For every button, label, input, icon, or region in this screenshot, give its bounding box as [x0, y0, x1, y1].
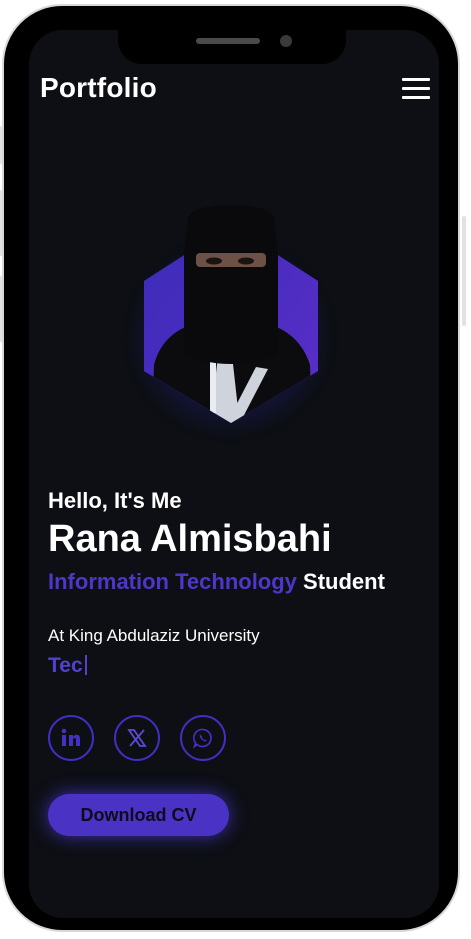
typed-text-value: Tec	[48, 654, 83, 677]
phone-screen	[29, 30, 439, 918]
role-rest-text: Student	[303, 569, 385, 594]
profile-name: Rana Almisbahi	[48, 518, 332, 560]
linkedin-icon	[61, 728, 80, 746]
greeting-text: Hello, It's Me	[48, 488, 182, 513]
phone-camera	[280, 35, 292, 47]
phone-speaker	[196, 38, 260, 44]
role-accent-text: Information Technology	[48, 569, 297, 594]
linkedin-link[interactable]	[48, 715, 94, 761]
site-brand[interactable]: Portfolio	[40, 72, 157, 104]
phone-notch	[118, 6, 346, 64]
profile-role: Information Technology Student	[48, 569, 385, 595]
university-text: At King Abdulaziz University	[48, 626, 260, 645]
typed-text: Tec	[48, 654, 87, 678]
device-side-button-right	[462, 216, 466, 326]
profile-avatar	[144, 205, 318, 427]
download-cv-button[interactable]: Download CV	[48, 794, 229, 836]
whatsapp-icon	[192, 728, 212, 749]
hamburger-menu-icon[interactable]	[402, 78, 430, 100]
x-twitter-icon	[127, 729, 147, 747]
x-twitter-link[interactable]	[114, 715, 160, 761]
whatsapp-link[interactable]	[180, 715, 226, 761]
typing-caret	[84, 655, 87, 675]
